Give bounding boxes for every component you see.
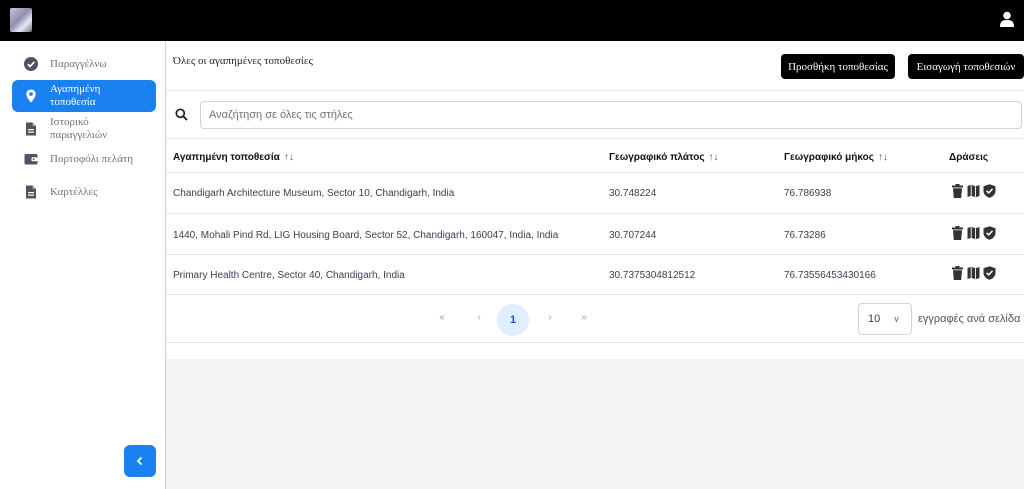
- sort-icon[interactable]: ↑↓: [878, 152, 888, 163]
- sidebar-item-order[interactable]: Παραγγέλνω: [12, 53, 156, 75]
- page-title: Όλες οι αγαπημένες τοποθεσίες: [173, 55, 313, 67]
- trash-icon[interactable]: [951, 266, 964, 280]
- wallet-icon: [24, 154, 38, 165]
- row-actions: [951, 184, 996, 198]
- add-location-button[interactable]: Προσθήκη τοποθεσίας: [781, 54, 895, 79]
- main-panel: Όλες οι αγαπημένες τοποθεσίες Προσθήκη τ…: [167, 41, 1024, 359]
- file-icon: [26, 122, 36, 136]
- first-page-button[interactable]: «: [430, 305, 454, 329]
- map-icon[interactable]: [967, 226, 980, 240]
- cell-location: 1440, Mohali Pind Rd, LIG Housing Board,…: [173, 230, 559, 241]
- trash-icon[interactable]: [951, 184, 964, 198]
- sidebar-item-label: Παραγγέλνω: [50, 57, 107, 70]
- cell-location: Chandigarh Architecture Museum, Sector 1…: [173, 188, 455, 199]
- last-page-button[interactable]: »: [572, 305, 596, 329]
- sort-icon[interactable]: ↑↓: [284, 152, 294, 163]
- shield-check-icon[interactable]: [983, 226, 996, 240]
- divider: [167, 90, 1024, 91]
- divider: [167, 172, 1024, 173]
- sidebar-collapse-button[interactable]: [124, 445, 156, 477]
- label-line: τοποθεσία: [50, 96, 96, 108]
- sort-icon[interactable]: ↑↓: [709, 152, 719, 163]
- page-size-select[interactable]: 10 ∨: [858, 303, 912, 335]
- cell-latitude: 30.7375304812512: [609, 270, 696, 281]
- sidebar-item-customer-wallet[interactable]: Πορτοφόλι πελάτη: [12, 148, 156, 170]
- prev-page-button[interactable]: ‹: [467, 305, 491, 329]
- column-header-longitude[interactable]: Γεωγραφικό μήκος ↑↓: [784, 152, 888, 163]
- label-line: Αγαπημένη: [50, 83, 101, 95]
- map-pin-icon: [26, 89, 36, 103]
- label-line: Ιστορικό: [50, 116, 89, 128]
- column-header-actions: Δράσεις: [949, 152, 988, 163]
- column-header-label: Γεωγραφικό μήκος: [784, 152, 874, 163]
- column-header-label: Αγαπημένη τοποθεσία: [173, 152, 280, 163]
- sidebar-item-order-history[interactable]: Ιστορικό παραγγελιών: [12, 113, 156, 145]
- row-actions: [951, 226, 996, 240]
- chevron-down-icon: ∨: [893, 313, 900, 324]
- page-size-value: 10: [868, 313, 881, 325]
- user-icon[interactable]: [1000, 11, 1014, 27]
- top-bar: [0, 0, 1024, 41]
- sidebar-item-label: Πορτοφόλι πελάτη: [50, 152, 134, 165]
- divider: [167, 213, 1024, 214]
- app-logo[interactable]: [10, 8, 32, 32]
- next-page-button[interactable]: ›: [538, 305, 562, 329]
- trash-icon[interactable]: [951, 226, 964, 240]
- import-locations-button[interactable]: Εισαγωγή τοποθεσιών: [908, 54, 1024, 79]
- sidebar-item-label: Αγαπημένη τοποθεσία: [50, 83, 100, 109]
- sidebar-item-favorite-location[interactable]: Αγαπημένη τοποθεσία: [12, 80, 156, 112]
- cell-latitude: 30.748224: [609, 188, 657, 199]
- search-icon: [175, 108, 188, 121]
- sidebar-item-cards[interactable]: Καρτέλλες: [12, 181, 156, 203]
- page-1-button[interactable]: 1: [497, 304, 529, 336]
- label-line: παραγγελιών: [50, 129, 108, 141]
- cell-longitude: 76.73286: [784, 230, 826, 241]
- cell-location: Primary Health Centre, Sector 40, Chandi…: [173, 270, 405, 281]
- shield-check-icon[interactable]: [983, 266, 996, 280]
- divider: [167, 342, 1024, 343]
- cell-longitude: 76.73556453430166: [784, 270, 876, 281]
- sidebar-item-label: Καρτέλλες: [50, 185, 98, 198]
- sidebar-item-label: Ιστορικό παραγγελιών: [50, 116, 107, 142]
- check-circle-icon: [24, 57, 38, 71]
- row-actions: [951, 266, 996, 280]
- shield-check-icon[interactable]: [983, 184, 996, 198]
- map-icon[interactable]: [967, 266, 980, 280]
- column-header-location[interactable]: Αγαπημένη τοποθεσία ↑↓: [173, 152, 294, 163]
- divider: [167, 138, 1024, 139]
- divider: [167, 254, 1024, 255]
- chevron-left-icon: [136, 456, 143, 466]
- cell-latitude: 30.707244: [609, 230, 657, 241]
- records-per-page-label: εγγραφές ανά σελίδα: [918, 313, 1021, 325]
- column-header-label: Γεωγραφικό πλάτος: [609, 152, 705, 163]
- column-header-label: Δράσεις: [949, 152, 989, 163]
- cell-longitude: 76.786938: [784, 188, 832, 199]
- map-icon[interactable]: [967, 184, 980, 198]
- file-icon: [26, 185, 36, 199]
- sidebar: Παραγγέλνω Αγαπημένη τοποθεσία Ιστορικό …: [0, 41, 166, 489]
- search-input[interactable]: [200, 101, 1022, 129]
- divider: [167, 294, 1024, 295]
- column-header-latitude[interactable]: Γεωγραφικό πλάτος ↑↓: [609, 152, 719, 163]
